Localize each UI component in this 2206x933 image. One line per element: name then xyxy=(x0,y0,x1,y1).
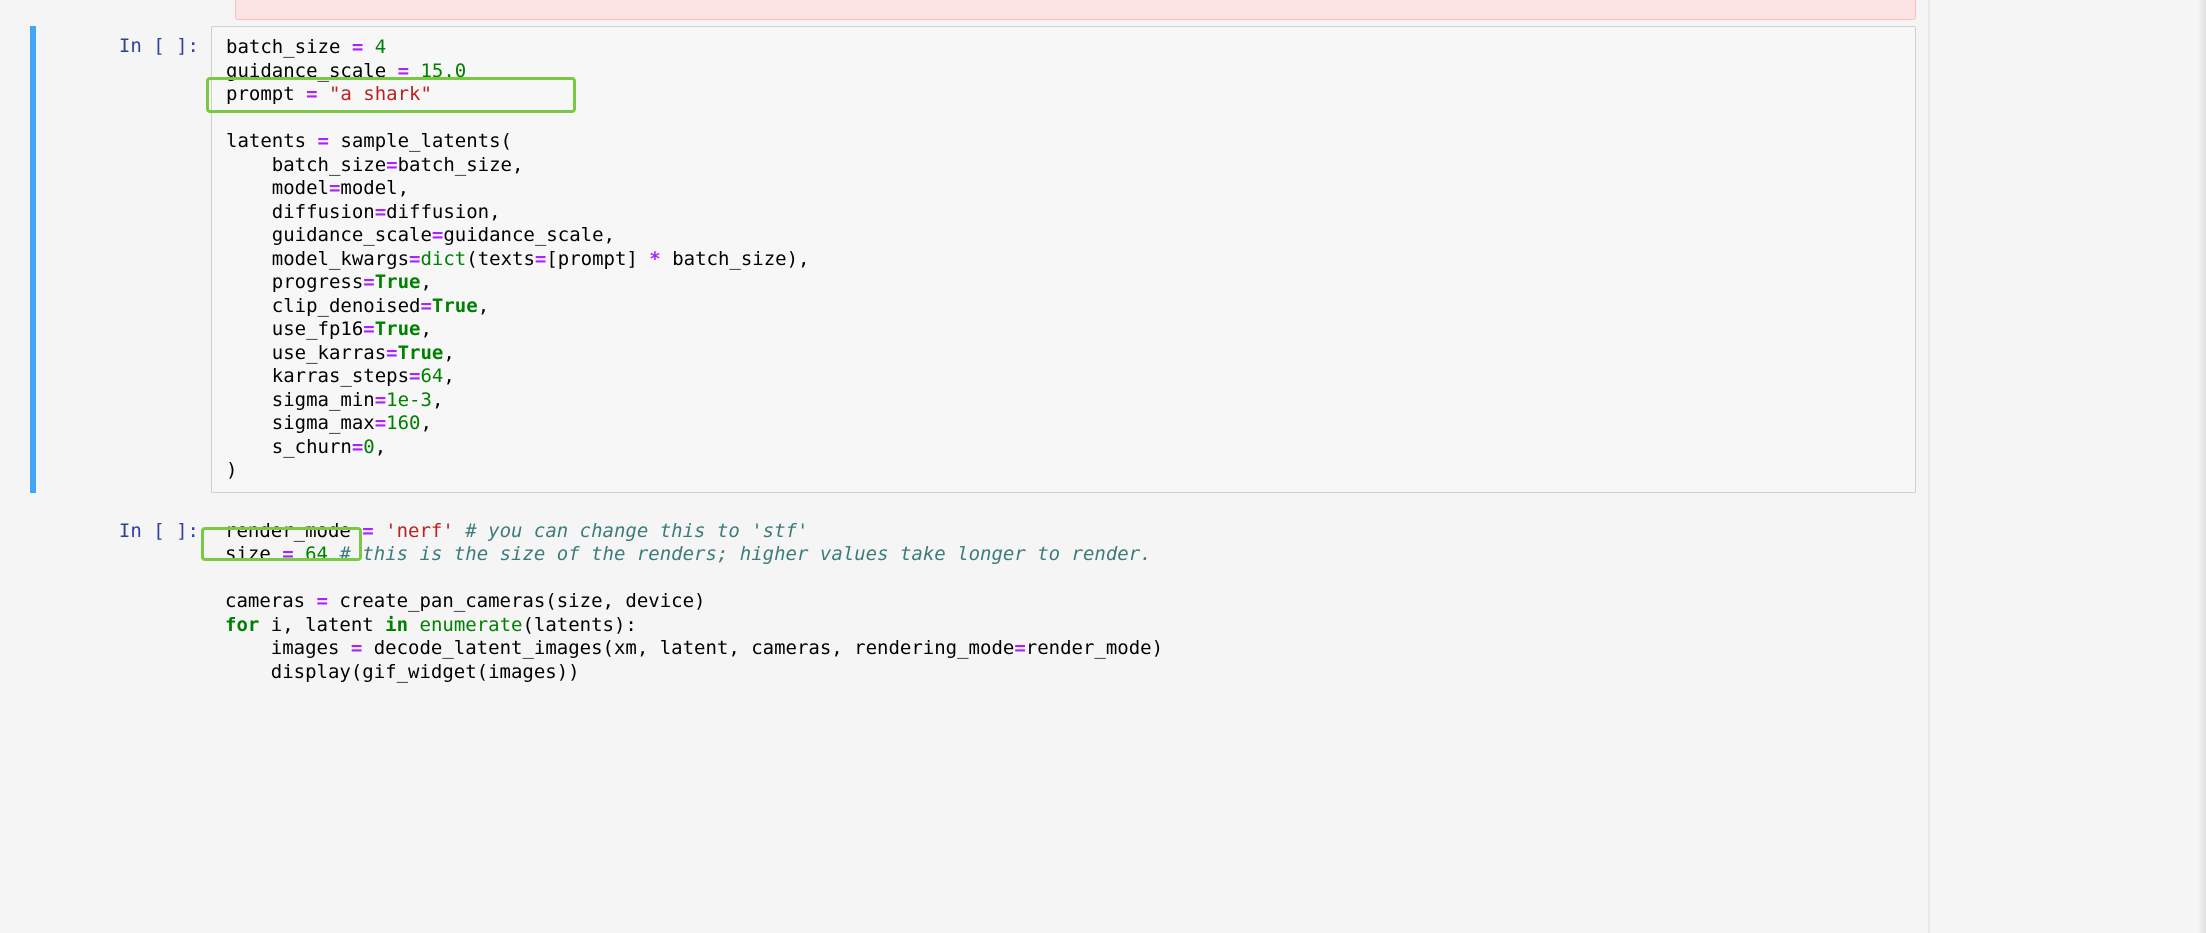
cell-prompt: In [ ]: xyxy=(36,26,211,493)
divider xyxy=(1928,0,1930,933)
scroll-shadow xyxy=(2198,0,2206,933)
code-cell-1[interactable]: In [ ]: batch_size = 4 guidance_scale = … xyxy=(30,26,2206,493)
code-cell-2[interactable]: In [ ]: render_mode = 'nerf' # you can c… xyxy=(30,511,2206,694)
code-input-area[interactable]: render_mode = 'nerf' # you can change th… xyxy=(211,511,1916,694)
prompt-label: In [ ]: xyxy=(119,35,199,57)
code-input-area[interactable]: batch_size = 4 guidance_scale = 15.0 pro… xyxy=(211,26,1916,493)
code-text[interactable]: render_mode = 'nerf' # you can change th… xyxy=(225,520,1902,685)
prompt-label: In [ ]: xyxy=(119,520,199,542)
error-banner-strip xyxy=(235,0,1916,20)
code-text[interactable]: batch_size = 4 guidance_scale = 15.0 pro… xyxy=(226,36,1901,483)
cell-prompt: In [ ]: xyxy=(36,511,211,694)
